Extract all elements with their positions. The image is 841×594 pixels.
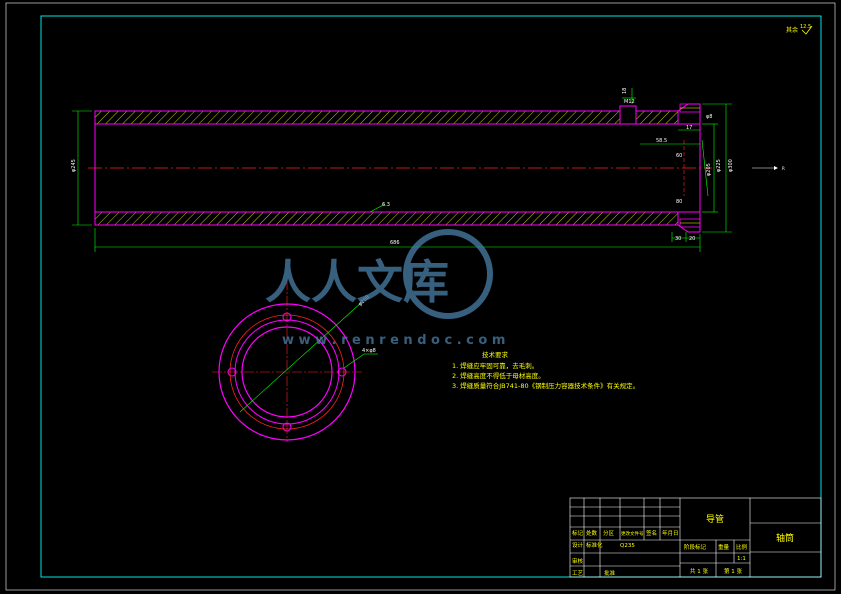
tech-item-2: 2. 焊缝高度不得低于母材高度。 xyxy=(452,371,545,380)
hole-note: 4×φ8 xyxy=(362,348,376,354)
upper-wall-hatch-right xyxy=(635,110,679,125)
tech-requirements: 技术要求 1. 焊缝应牢固可靠，去毛刺。 2. 焊缝高度不得低于母材高度。 3.… xyxy=(452,350,639,390)
tb-part-name: 导管 xyxy=(706,513,724,525)
dim-end-offset-b: 20 xyxy=(689,236,695,242)
pcd-leader xyxy=(239,301,363,413)
dim-outer-diameter: φ245 xyxy=(71,159,77,172)
tb-count-label: 处数 xyxy=(586,529,598,537)
upper-wall-hatch xyxy=(94,110,621,125)
dim-counterbore-diameter: φ225 xyxy=(716,159,722,172)
tech-item-3: 3. 焊缝质量符合JB741-80《钢制压力容器技术条件》有关规定。 xyxy=(452,381,639,390)
tb-change-no-label: 更改文件号 xyxy=(621,530,644,537)
dim-step-depth: 58.5 xyxy=(656,138,667,144)
dim-roughness-body: 6.3 xyxy=(382,202,390,208)
tb-stage-label: 阶段标记 xyxy=(684,543,707,551)
roughness-note: 其余 xyxy=(786,26,798,34)
dim-small-hole: φ8 xyxy=(706,114,712,120)
tb-scale-value: 1:1 xyxy=(737,556,746,562)
dim-end-offset-a: 30 xyxy=(675,236,681,242)
watermark-url: w w w . r e n r e n d o c . c o m xyxy=(282,333,505,348)
tech-item-1: 1. 焊缝应牢固可靠，去毛刺。 xyxy=(452,361,538,370)
tb-sheet-no: 第 1 张 xyxy=(724,567,742,575)
tb-approve-label: 批准 xyxy=(604,569,616,577)
dim-flange-diameter: φ300 xyxy=(728,159,734,172)
dim-bore-diameter: φ205 xyxy=(706,163,712,176)
cad-drawing: 其余 12.5 R 686 φ245 φ300 φ225 φ205 17 58.… xyxy=(5,2,836,591)
hole-note-leader xyxy=(343,353,365,369)
tech-title: 技术要求 xyxy=(482,350,509,359)
dim-end-width: 17 xyxy=(686,125,692,131)
top-notch xyxy=(619,105,637,125)
section-mark: R xyxy=(782,166,785,171)
tb-material: Q235 xyxy=(620,543,635,549)
dim-thread-mark: M12 xyxy=(624,99,635,105)
dim-end-label-1: 60 xyxy=(676,153,682,159)
dim-end-label-2: 80 xyxy=(676,199,682,205)
tb-mark-label: 标记 xyxy=(572,529,584,537)
dim-slot-mark: 18 xyxy=(622,88,628,94)
tube-section-view: R xyxy=(88,103,785,233)
tb-drawing-no: 轴筒 xyxy=(776,532,794,544)
tb-zone-label: 分区 xyxy=(603,529,615,537)
dim-overall-length: 686 xyxy=(390,240,400,246)
tb-weight-label: 重量 xyxy=(718,543,730,551)
tb-process-label: 工艺 xyxy=(572,570,584,577)
tb-signature-label: 签名 xyxy=(646,529,657,537)
title-block-text: 导管 轴筒 标记 处数 分区 更改文件号 签名 年月日 设计 标准化 审核 工艺… xyxy=(572,513,794,577)
lower-wall-hatch xyxy=(94,211,679,226)
tb-designer-label: 设计 xyxy=(572,541,584,549)
tb-standard-label: 标准化 xyxy=(586,541,603,549)
tb-sheet-total: 共 1 张 xyxy=(690,567,708,575)
tb-checker-label: 审核 xyxy=(572,557,584,565)
tb-ratio-label: 比例 xyxy=(736,543,748,551)
tb-date-label: 年月日 xyxy=(662,529,679,537)
watermark-text: 人人文库 xyxy=(265,255,449,309)
watermark: 人人文库 w w w . r e n r e n d o c . c o m xyxy=(265,229,505,348)
